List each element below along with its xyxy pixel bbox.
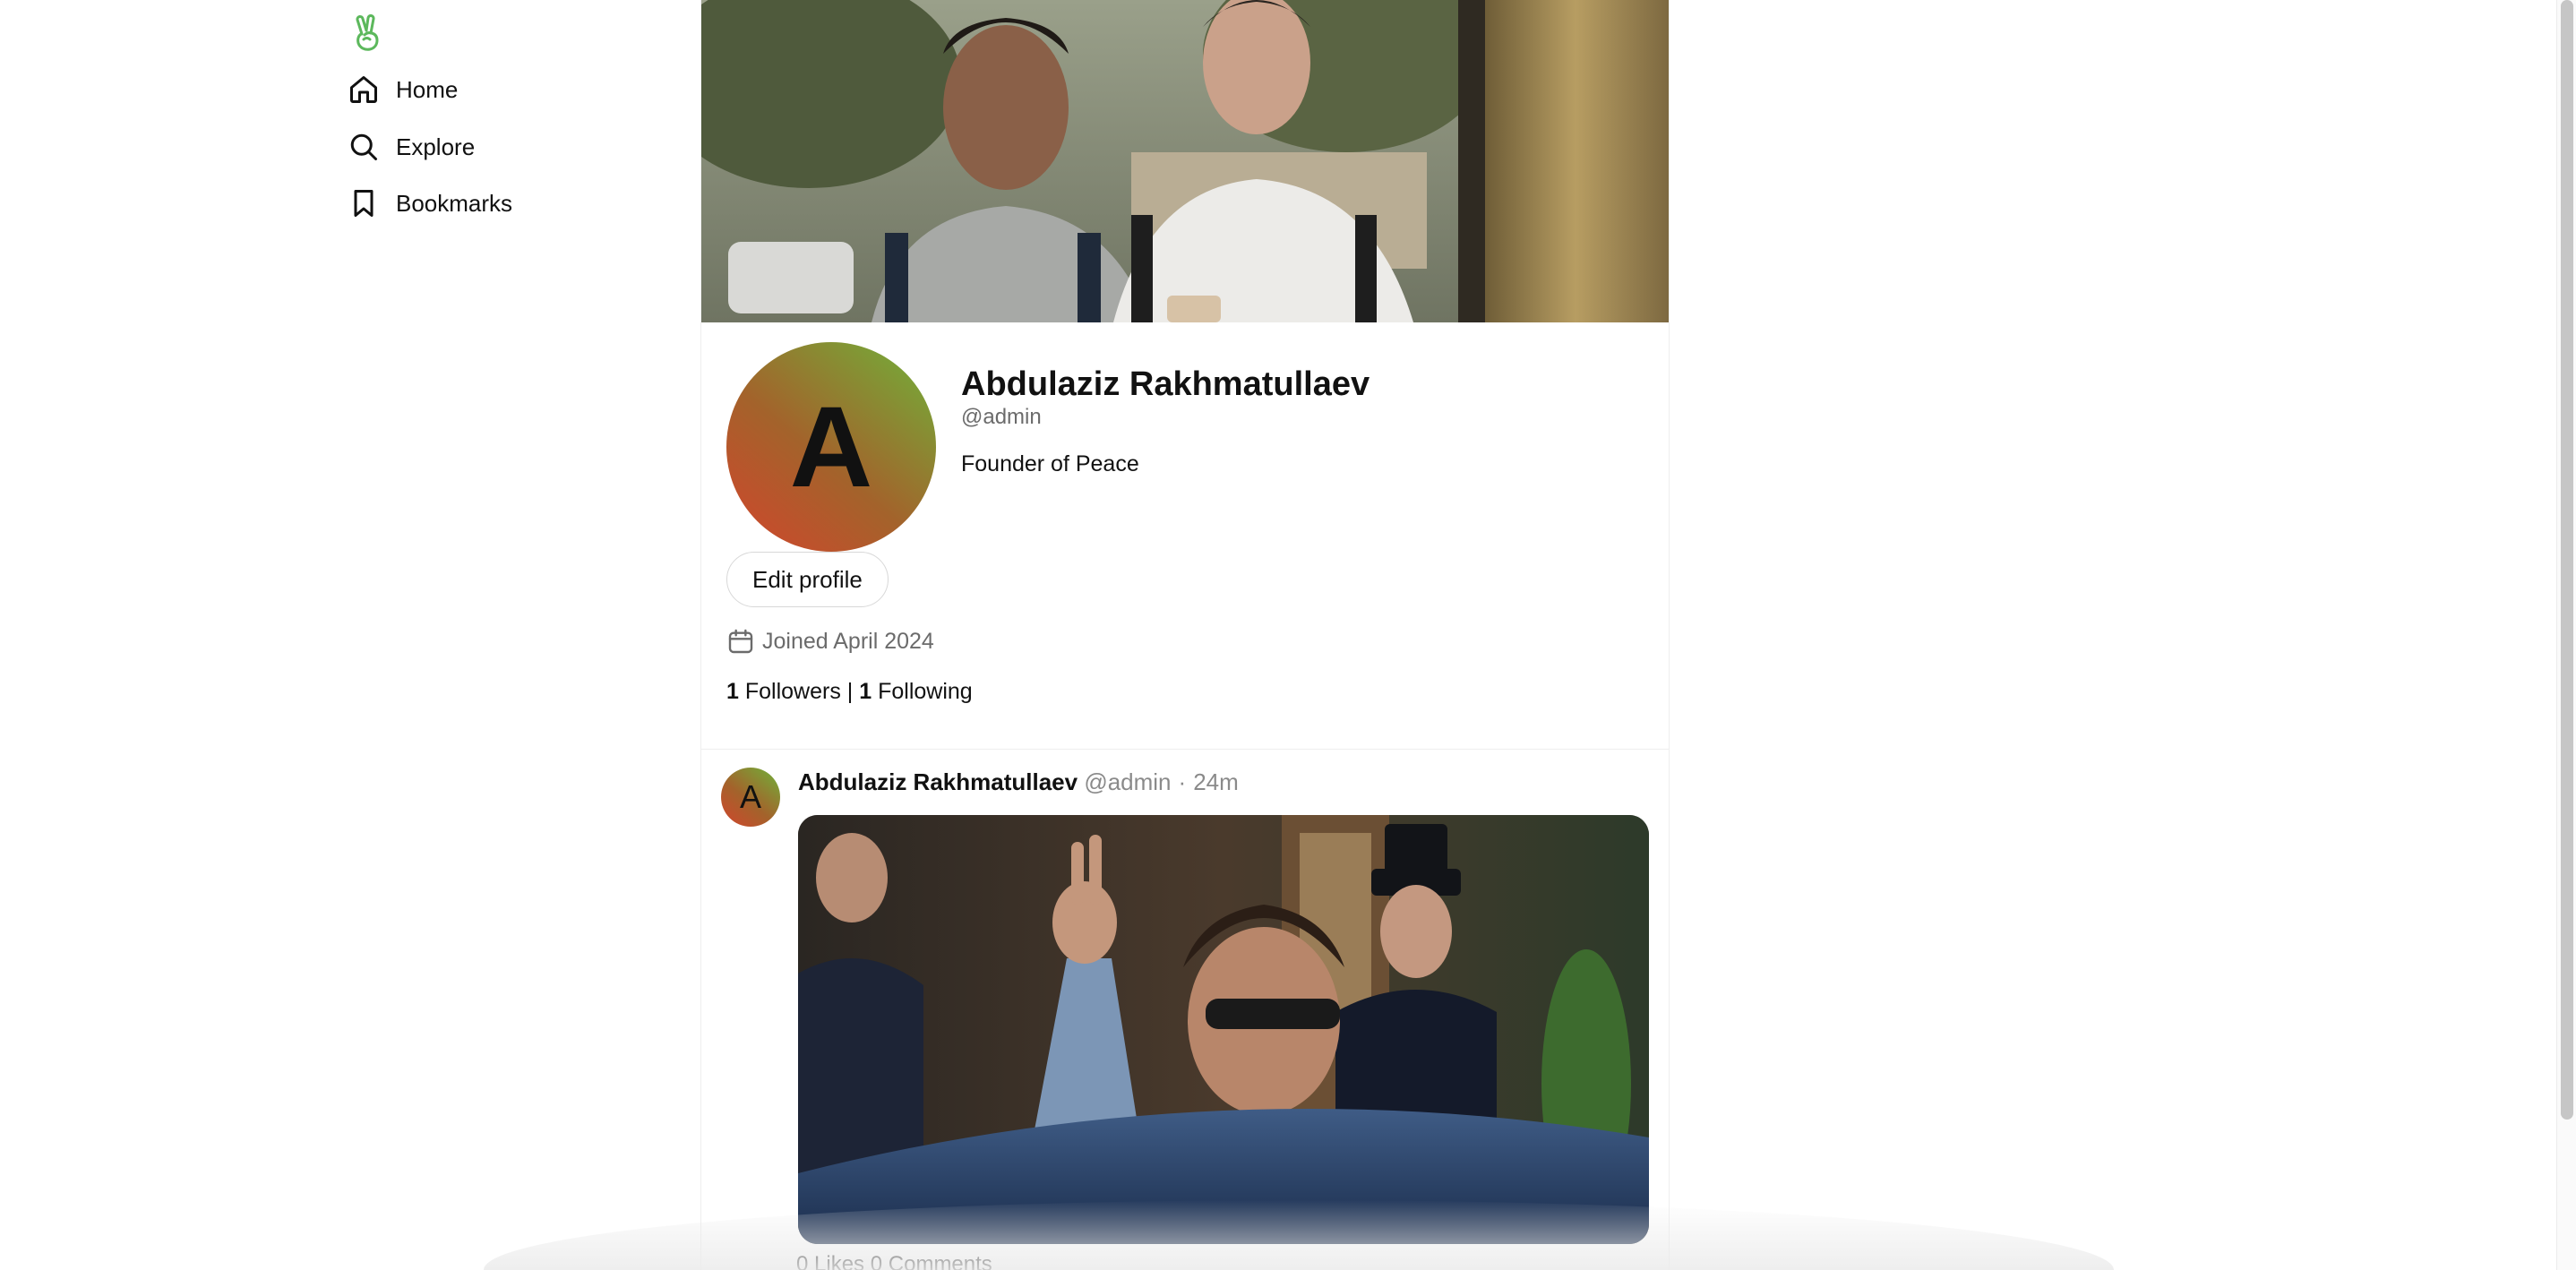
profile-bio: Founder of Peace: [961, 451, 1139, 476]
followers-count: 1: [726, 679, 739, 704]
divider: [701, 749, 1669, 750]
post-header: Abdulaziz Rakhmatullaev @admin · 24m: [798, 768, 1239, 796]
likes-count: 0: [796, 1252, 809, 1270]
followers-link[interactable]: 1 Followers: [726, 679, 841, 704]
follow-separator: |: [846, 679, 854, 704]
comments-count: 0: [870, 1252, 883, 1270]
following-count: 1: [859, 679, 872, 704]
post-image[interactable]: [798, 815, 1649, 1244]
profile-column: A Abdulaziz Rakhmatullaev @admin Founder…: [700, 0, 1670, 1270]
scrollbar[interactable]: [2556, 0, 2576, 1270]
likes-button[interactable]: Likes: [814, 1252, 864, 1270]
cover-photo: [701, 0, 1669, 322]
post-time: 24m: [1193, 768, 1239, 795]
scrollbar-thumb[interactable]: [2561, 0, 2573, 1120]
profile-handle: @admin: [961, 405, 1042, 429]
bookmark-icon: [354, 190, 374, 217]
follow-stats: 1 Followers | 1 Following: [726, 679, 973, 705]
post-author[interactable]: Abdulaziz Rakhmatullaev: [798, 768, 1078, 795]
sidebar-item-label: Home: [396, 75, 459, 103]
sidebar-item-explore[interactable]: Explore: [348, 125, 475, 168]
post-handle: @admin: [1084, 768, 1172, 795]
sidebar-item-home[interactable]: Home: [348, 68, 458, 111]
following-link[interactable]: 1 Following: [859, 679, 972, 704]
peace-hand-icon[interactable]: [349, 13, 383, 52]
home-icon: [350, 76, 377, 103]
post-avatar[interactable]: A: [721, 768, 780, 827]
post-dot: ·: [1178, 768, 1187, 795]
post-stats: 0 Likes 0 Comments: [796, 1252, 992, 1270]
profile-name: Abdulaziz Rakhmatullaev: [961, 365, 1370, 403]
sidebar-item-label: Bookmarks: [396, 189, 513, 217]
following-label: Following: [878, 679, 973, 704]
edit-profile-button[interactable]: Edit profile: [726, 552, 889, 607]
joined-label: Joined April 2024: [762, 628, 934, 654]
calendar-icon: [728, 629, 753, 654]
comments-button[interactable]: Comments: [889, 1252, 992, 1270]
joined-date: Joined April 2024: [726, 627, 934, 656]
sidebar-item-label: Explore: [396, 133, 476, 160]
followers-label: Followers: [744, 679, 841, 704]
search-icon: [350, 133, 377, 160]
sidebar-item-bookmarks[interactable]: Bookmarks: [348, 182, 512, 225]
profile-avatar: A: [726, 342, 936, 552]
